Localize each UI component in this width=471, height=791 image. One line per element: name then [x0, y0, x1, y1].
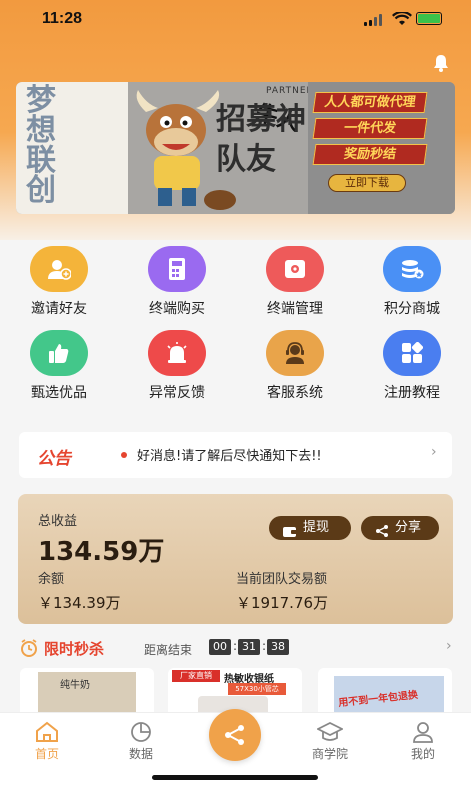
grid-item-label: 邀请好友: [31, 301, 87, 317]
alarm-clock-icon: [21, 639, 37, 657]
flash-sale-header[interactable]: 限时秒杀 距离结束 00 : 31 : 38 ›: [18, 636, 458, 660]
alarm-icon: [148, 330, 206, 376]
home-indicator: [152, 775, 318, 780]
points-mall-icon: [383, 246, 441, 292]
banner-title-line: 招募神: [216, 102, 306, 137]
grid-item-invite[interactable]: 邀请好友: [0, 246, 118, 318]
product-card[interactable]: 用不到一年包退换: [318, 668, 452, 718]
grid-item-label: 客服系统: [267, 385, 323, 401]
banner-char: 想: [26, 113, 56, 148]
tab-label: 商学院: [311, 747, 348, 761]
invite-user-icon: [30, 246, 88, 292]
banner-download-button[interactable]: 立即下载: [328, 174, 406, 192]
grid-item-selected-goods[interactable]: 甄选优品: [0, 330, 118, 402]
wallet-icon: [283, 522, 297, 546]
countdown-seconds: 38: [267, 639, 289, 655]
grid-item-label: 甄选优品: [31, 385, 87, 401]
tab-data[interactable]: 数据: [111, 719, 171, 762]
announcement-dot: [121, 452, 127, 458]
chevron-right-icon: ›: [446, 638, 452, 654]
tutorial-grid-icon: [383, 330, 441, 376]
earnings-card: 总收益 134.59万 提现 分享 余额 ￥134.39万 当前团队交易额 ￥1…: [18, 494, 453, 624]
countdown-label: 距离结束: [144, 643, 193, 657]
status-bar: 11:28: [0, 0, 471, 40]
grid-item-feedback[interactable]: 异常反馈: [118, 330, 236, 402]
tab-label: 数据: [128, 747, 153, 761]
announcement-tag: 公告: [37, 449, 71, 469]
banner-title-line: 队友: [216, 142, 276, 177]
withdraw-label: 提现: [303, 520, 330, 535]
terminal-manage-icon: [266, 246, 324, 292]
total-earnings-value: 134.59万: [38, 537, 165, 567]
user-icon: [393, 719, 453, 745]
banner-char: 联: [26, 143, 56, 178]
grid-item-terminal-buy[interactable]: 终端购买: [118, 246, 236, 318]
announcement-bar[interactable]: 公告 好消息!请了解后尽快通知下去!! ›: [19, 432, 452, 478]
customer-service-icon: [266, 330, 324, 376]
banner-char: 创: [26, 173, 56, 208]
grid-item-terminal-manage[interactable]: 终端管理: [236, 246, 354, 318]
share-center-button[interactable]: [209, 709, 261, 761]
promo-banner[interactable]: 梦 想 联 创 牛人 PARTNER 招募神 队友 人人都可做代理 一件代发 奖…: [16, 82, 455, 214]
status-time: 11:28: [42, 10, 83, 27]
balance-value: ￥134.39万: [38, 594, 121, 612]
banner-brand-panel: 梦 想 联 创: [16, 82, 128, 214]
tab-academy[interactable]: 商学院: [300, 719, 360, 762]
product-spec: 57X30小管芯: [228, 683, 286, 695]
balance-label: 余额: [38, 572, 65, 587]
grid-item-label: 注册教程: [384, 385, 440, 401]
share-label: 分享: [395, 520, 422, 535]
share-button[interactable]: 分享: [361, 516, 439, 540]
pie-chart-icon: [111, 719, 171, 745]
banner-ribbon: 人人都可做代理: [312, 92, 428, 113]
banner-ribbon: 奖励秒结: [312, 144, 428, 165]
wifi-icon: [392, 12, 412, 25]
countdown-separator: :: [233, 639, 238, 653]
grid-item-label: 积分商城: [384, 301, 440, 317]
grid-item-label: 终端管理: [267, 301, 323, 317]
battery-icon: [416, 12, 442, 25]
bell-icon[interactable]: [433, 54, 449, 72]
countdown-separator: :: [262, 639, 267, 653]
total-earnings-label: 总收益: [38, 514, 78, 529]
product-caption: 纯牛奶: [60, 680, 90, 691]
grid-item-label: 终端购买: [149, 301, 205, 317]
share-icon: [375, 522, 389, 546]
tab-label: 首页: [34, 747, 59, 761]
chevron-right-icon: ›: [431, 444, 437, 460]
thumbs-up-icon: [30, 330, 88, 376]
grid-item-points-mall[interactable]: 积分商城: [353, 246, 471, 318]
countdown-minutes: 31: [238, 639, 260, 655]
grid-item-tutorial[interactable]: 注册教程: [353, 330, 471, 402]
tab-label: 我的: [410, 747, 435, 761]
team-volume-label: 当前团队交易额: [236, 572, 328, 587]
banner-ribbon: 一件代发: [312, 118, 428, 139]
tab-home[interactable]: 首页: [17, 719, 77, 762]
share-icon: [225, 725, 244, 745]
grid-item-customer-service[interactable]: 客服系统: [236, 330, 354, 402]
flash-sale-title: 限时秒杀: [44, 640, 105, 658]
banner-char: 梦: [26, 83, 56, 118]
withdraw-button[interactable]: 提现: [269, 516, 351, 540]
cellular-signal-icon: [364, 14, 382, 26]
team-volume-value: ￥1917.76万: [236, 594, 329, 612]
product-card[interactable]: 纯牛奶: [20, 668, 154, 718]
home-icon: [17, 719, 77, 745]
grid-item-label: 异常反馈: [149, 385, 205, 401]
announcement-text: 好消息!请了解后尽快通知下去!!: [137, 449, 322, 464]
countdown-hours: 00: [209, 639, 231, 655]
graduation-cap-icon: [300, 719, 360, 745]
tab-profile[interactable]: 我的: [393, 719, 453, 762]
product-caption: 厂家直销: [172, 670, 220, 682]
terminal-buy-icon: [148, 246, 206, 292]
